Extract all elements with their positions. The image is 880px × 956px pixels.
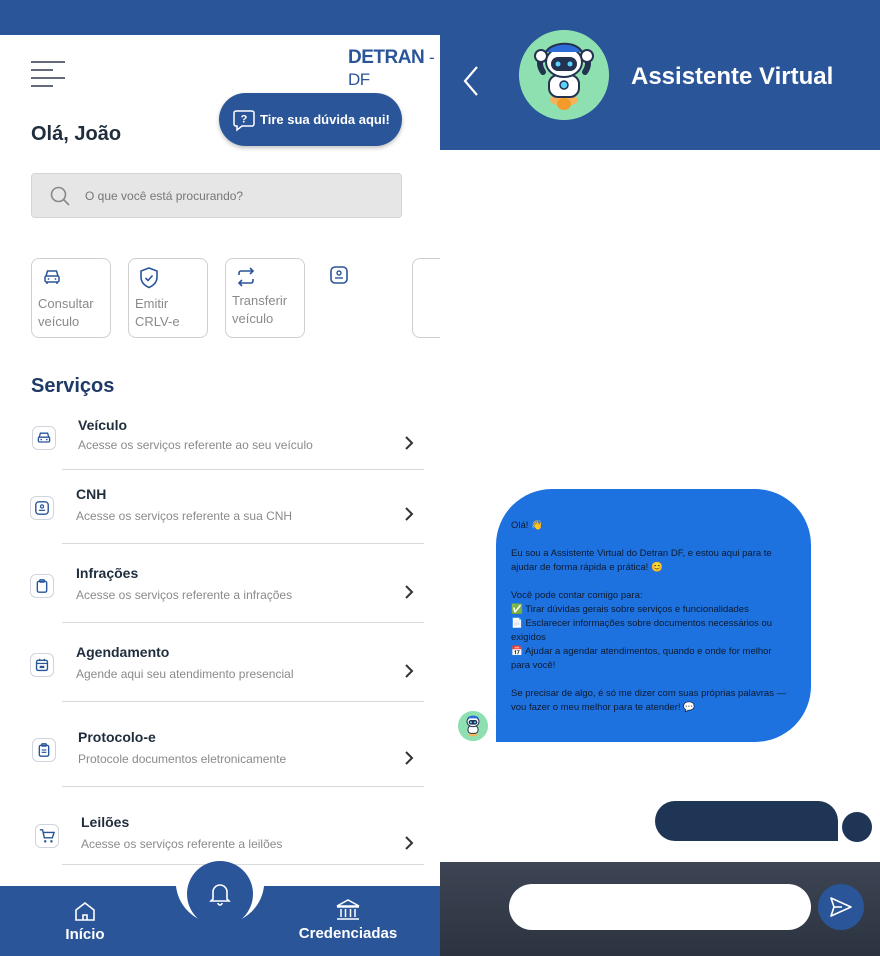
svg-text:?: ? xyxy=(241,113,248,125)
chevron-right-icon xyxy=(405,836,414,850)
shortcut-consultar-veiculo[interactable]: Consultar veículo xyxy=(31,258,111,338)
shortcut-emitir-crlv[interactable]: Emitir CRLV-e xyxy=(128,258,208,338)
divider xyxy=(62,469,424,470)
nav-inicio-button[interactable]: Início xyxy=(63,900,107,943)
divider xyxy=(62,543,424,544)
divider xyxy=(62,701,424,702)
shortcut-partial[interactable] xyxy=(412,258,440,338)
nav-credenciadas-button[interactable]: Credenciadas xyxy=(290,898,406,942)
assistant-avatar xyxy=(519,30,609,120)
search-bar[interactable]: O que você está procurando? xyxy=(31,173,402,218)
service-title: Leilões xyxy=(81,814,130,830)
services-title: Serviços xyxy=(31,375,115,397)
shortcut-label: Consultar veículo xyxy=(38,296,94,329)
nav-inicio-label: Início xyxy=(65,926,105,943)
transfer-icon xyxy=(237,267,255,287)
assistant-message-text: Olá! 👋 Eu sou a Assistente Virtual do De… xyxy=(511,520,787,713)
service-description: Protocole documentos eletronicamente xyxy=(78,752,287,766)
home-screen: DETRAN - DF Olá, João ? Tire sua dúvida … xyxy=(0,35,440,956)
shortcut-label: Emitir CRLV-e xyxy=(135,296,180,329)
send-button[interactable] xyxy=(818,884,864,930)
chevron-right-icon xyxy=(405,507,414,521)
service-description: Acesse os serviços referente ao seu veíc… xyxy=(78,438,313,452)
chevron-right-icon xyxy=(405,436,414,450)
assistant-small-avatar xyxy=(458,711,488,741)
bank-icon xyxy=(336,899,360,920)
brand-logo: DETRAN - DF xyxy=(348,47,440,91)
service-title: Veículo xyxy=(78,417,128,433)
license-icon xyxy=(330,266,348,284)
chat-screen: Assistente Virtual Olá! 👋 Eu sou a Assis… xyxy=(440,30,880,956)
nav-credenciadas-label: Credenciadas xyxy=(298,925,398,942)
message-composer xyxy=(440,862,880,956)
calendar-icon xyxy=(30,653,54,677)
assistant-message-bubble: Olá! 👋 Eu sou a Assistente Virtual do De… xyxy=(496,489,811,742)
robot-icon xyxy=(458,711,488,741)
service-description: Acesse os serviços referente a leilões xyxy=(81,837,283,851)
search-placeholder: O que você está procurando? xyxy=(85,188,244,203)
service-title: CNH xyxy=(76,486,107,502)
brand-name: DETRAN xyxy=(348,47,425,68)
help-button[interactable]: ? Tire sua dúvida aqui! xyxy=(219,93,402,146)
car-icon xyxy=(32,426,56,450)
service-title: Agendamento xyxy=(76,644,170,660)
service-title: Infrações xyxy=(76,565,139,581)
back-arrow-icon[interactable] xyxy=(462,65,480,97)
chevron-right-icon xyxy=(405,751,414,765)
clipboard-icon xyxy=(30,574,54,598)
divider xyxy=(62,864,424,865)
chevron-right-icon xyxy=(405,585,414,599)
bell-icon xyxy=(209,884,231,906)
divider xyxy=(62,786,424,787)
document-icon xyxy=(32,738,56,762)
car-icon xyxy=(44,270,60,284)
notifications-button[interactable] xyxy=(187,861,253,927)
divider xyxy=(62,622,424,623)
shortcut-cnh[interactable] xyxy=(322,258,402,338)
chat-title: Assistente Virtual xyxy=(631,63,834,90)
cart-icon xyxy=(35,824,59,848)
service-description: Acesse os serviços referente a sua CNH xyxy=(76,509,293,523)
service-description: Acesse os serviços referente a infrações xyxy=(76,588,293,602)
status-bar xyxy=(0,0,880,35)
home-icon xyxy=(75,901,95,921)
home-icon xyxy=(63,49,87,73)
user-avatar xyxy=(842,812,872,842)
service-title: Protocolo-e xyxy=(78,729,156,745)
help-button-label: Tire sua dúvida aqui! xyxy=(260,112,390,127)
chevron-right-icon xyxy=(405,664,414,678)
greeting: Olá, João xyxy=(31,123,122,145)
question-bubble-icon: ? xyxy=(233,109,255,132)
menu-icon[interactable] xyxy=(31,60,65,88)
chat-header: Assistente Virtual xyxy=(440,30,880,150)
robot-icon xyxy=(519,30,609,120)
send-icon xyxy=(830,897,852,917)
shortcut-transferir-veiculo[interactable]: Transferir veículo xyxy=(225,258,305,338)
shield-check-icon xyxy=(140,267,158,289)
message-input[interactable] xyxy=(509,884,811,930)
user-message-bubble xyxy=(655,801,838,841)
shortcut-label: Transferir veículo xyxy=(232,293,288,326)
search-icon xyxy=(50,186,70,206)
license-icon xyxy=(30,496,54,520)
service-description: Agende aqui seu atendimento presencial xyxy=(76,667,294,681)
